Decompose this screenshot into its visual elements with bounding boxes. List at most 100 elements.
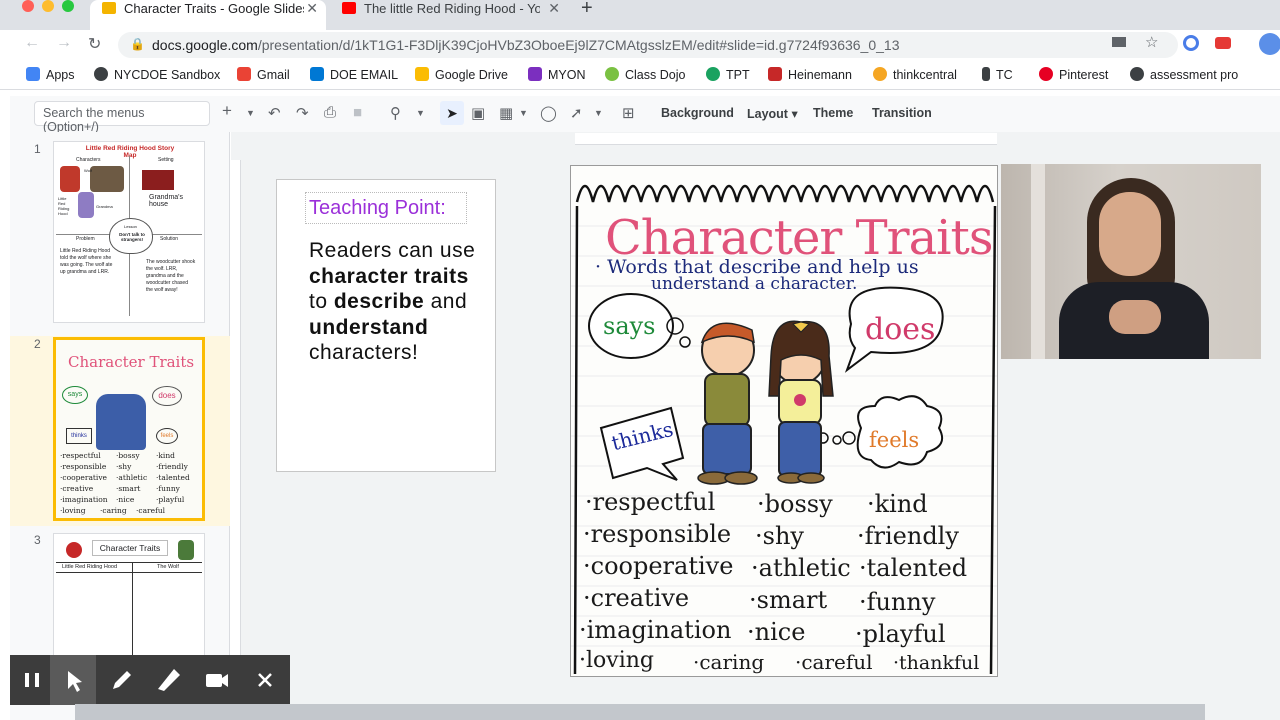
bookmark-star-icon[interactable]: ☆ xyxy=(1145,33,1158,51)
redo-icon[interactable]: ↷ xyxy=(296,104,309,122)
slide-number: 3 xyxy=(34,533,41,547)
red-hood-icon xyxy=(66,542,82,558)
trait-word: ·imagination xyxy=(579,616,732,644)
slide-thumbnail-2[interactable]: Character Traits says does thinks feels … xyxy=(53,337,205,521)
bookmark-nycdoe-sandbox[interactable]: NYCDOE Sandbox xyxy=(94,67,220,82)
select-tool-icon[interactable]: ➤ xyxy=(440,101,464,125)
thumb-label: Setting xyxy=(158,157,174,163)
teaching-point-title[interactable]: Teaching Point: xyxy=(305,192,467,224)
webcam-overlay[interactable] xyxy=(1001,164,1261,359)
back-icon[interactable]: ← xyxy=(24,34,40,52)
omnibox[interactable]: 🔒 docs.google.com/presentation/d/1kT1G1-… xyxy=(118,32,1178,58)
camera-button[interactable] xyxy=(194,655,240,705)
menu-search-input[interactable]: Search the menus (Option+/) xyxy=(34,101,210,134)
close-window-icon[interactable] xyxy=(22,0,34,12)
slide-number: 1 xyxy=(34,142,41,156)
thumb-label: Lesson xyxy=(124,224,137,229)
bookmark-myon[interactable]: MYON xyxy=(528,67,586,82)
bookmark-class-dojo[interactable]: Class Dojo xyxy=(605,67,685,82)
thumb-label: Grandma xyxy=(96,204,113,209)
layout-button[interactable]: Layout ▾ xyxy=(747,106,798,121)
trait-word: ·kind xyxy=(867,490,928,518)
trait-word: ·respectful xyxy=(585,488,716,516)
chevron-down-icon[interactable]: ▼ xyxy=(246,108,255,118)
bookmark-heinemann[interactable]: Heinemann xyxy=(768,67,852,82)
pen-button[interactable] xyxy=(98,655,144,705)
thumb-label: Wolf xyxy=(84,168,92,173)
pointer-button[interactable] xyxy=(50,655,96,705)
pointer-icon xyxy=(68,671,82,692)
chevron-down-icon[interactable]: ▼ xyxy=(416,108,425,118)
new-slide-icon[interactable]: + xyxy=(222,101,232,121)
extension-record-icon[interactable] xyxy=(1215,37,1231,49)
girl-figure xyxy=(768,320,834,484)
thumb-label: Characters xyxy=(76,157,101,163)
background-button[interactable]: Background xyxy=(661,106,734,120)
paint-format-icon[interactable]: ■ xyxy=(353,104,362,121)
minimize-window-icon[interactable] xyxy=(42,0,54,12)
transition-button[interactable]: Transition xyxy=(872,106,932,120)
bookmark-pinterest[interactable]: Pinterest xyxy=(1039,67,1108,82)
profile-avatar[interactable] xyxy=(1259,33,1280,55)
mini-traits: ·respectful ·bossy ·kind ·responsible ·shy ·… xyxy=(60,451,190,518)
close-tab-icon[interactable]: ✕ xyxy=(306,0,318,17)
shape-icon[interactable]: ◯ xyxy=(540,104,557,122)
bookmark-assessment-pro[interactable]: assessment pro xyxy=(1130,67,1238,82)
chevron-down-icon[interactable]: ▼ xyxy=(594,108,603,118)
trait-word: ·responsible xyxy=(583,520,732,548)
tab-google-slides[interactable]: Character Traits - Google Slides ✕ xyxy=(90,0,326,30)
character-image xyxy=(60,166,80,192)
bookmark-apps[interactable]: Apps xyxy=(26,67,75,82)
insert-comment-icon[interactable]: ⊞ xyxy=(622,104,635,122)
trait-word: ·playful xyxy=(855,620,946,648)
slide-thumbnail-1[interactable]: Little Red Riding Hood Story Map Charact… xyxy=(53,141,205,323)
slide-thumbnail-3[interactable]: Character Traits Little Red Riding Hood … xyxy=(53,533,205,663)
bookmark-gmail[interactable]: Gmail xyxy=(237,67,290,82)
forward-icon[interactable]: → xyxy=(56,34,72,52)
line-icon[interactable]: ➚ xyxy=(570,104,583,122)
new-tab-button[interactable]: + xyxy=(581,0,593,20)
bookmark-tpt[interactable]: TPT xyxy=(706,67,750,82)
trait-word: ·talented xyxy=(859,554,968,582)
thumb-col-header: Little Red Riding Hood xyxy=(62,564,118,570)
anchor-chart-image[interactable]: Character Traits · Words that describe a… xyxy=(570,165,998,677)
camera-permission-icon[interactable] xyxy=(1112,37,1126,47)
thumb-solution-text: The woodcutter shook the wolf. LRR, gran… xyxy=(146,259,196,293)
chevron-down-icon[interactable]: ▼ xyxy=(519,108,528,118)
bookmark-doe-email[interactable]: DOE EMAIL xyxy=(310,67,398,82)
theme-button[interactable]: Theme xyxy=(813,106,853,120)
print-icon[interactable]: ⎙ xyxy=(324,104,336,121)
tab-title: The little Red Riding Hood - YouTube xyxy=(364,1,540,16)
mini-kids xyxy=(96,394,146,450)
loop-border xyxy=(575,184,995,203)
text-box-icon[interactable]: ▣ xyxy=(471,104,485,122)
close-icon xyxy=(258,673,272,687)
bookmarks-bar: Apps NYCDOE Sandbox Gmail DOE EMAIL Goog… xyxy=(0,60,1280,90)
image-icon[interactable]: ▦ xyxy=(499,104,513,122)
thumb-label: Problem xyxy=(76,236,95,242)
undo-icon[interactable]: ↶ xyxy=(268,104,281,122)
bookmark-google-drive[interactable]: Google Drive xyxy=(415,67,508,82)
teaching-point-box[interactable]: Teaching Point: Readers can use characte… xyxy=(276,179,496,472)
trait-word: ·friendly xyxy=(857,522,959,550)
extension-sync-icon[interactable] xyxy=(1183,35,1199,51)
maximize-window-icon[interactable] xyxy=(62,0,74,12)
close-recording-button[interactable] xyxy=(242,655,288,705)
close-tab-icon[interactable]: ✕ xyxy=(548,0,560,17)
tab-youtube[interactable]: The little Red Riding Hood - YouTube ✕ xyxy=(330,0,568,30)
url-path: /presentation/d/1kT1G1-F3DljK39CjoHVbZ3O… xyxy=(257,37,900,53)
bookmark-tc[interactable]: TC xyxy=(982,67,1013,82)
tc-icon xyxy=(982,67,990,81)
zoom-icon[interactable]: ⚲ xyxy=(390,104,401,122)
tpt-icon xyxy=(706,67,720,81)
lock-icon: 🔒 xyxy=(130,37,145,51)
reload-icon[interactable]: ↻ xyxy=(88,34,101,54)
pen-icon xyxy=(113,671,131,689)
highlighter-button[interactable] xyxy=(146,655,192,705)
apps-grid-icon xyxy=(26,67,40,81)
thumb-problem-text: Little Red Riding Hood told the wolf whe… xyxy=(60,248,113,275)
bookmark-thinkcentral[interactable]: thinkcentral xyxy=(873,67,957,82)
trait-word: ·caring xyxy=(693,650,765,674)
teaching-point-body[interactable]: Readers can use character traits to desc… xyxy=(309,238,489,366)
slides-icon xyxy=(102,2,116,14)
